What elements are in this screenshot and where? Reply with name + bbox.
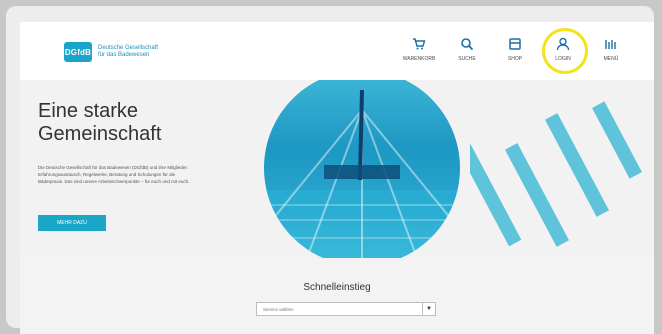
hero-title-line-1: Eine starke <box>38 100 139 122</box>
search-icon <box>459 36 475 52</box>
nav-search-label: SUCHE <box>458 56 476 62</box>
service-select-value: Service wählen <box>263 306 294 312</box>
nav-menu-label: MENÜ <box>603 56 619 62</box>
quick-access-title: Schnelleinstieg <box>303 282 371 293</box>
more-button[interactable]: MEHR DAZU <box>38 215 106 231</box>
nav-menu[interactable]: MENÜ <box>596 36 626 62</box>
nav-shop-label: SHOP <box>507 56 523 62</box>
pool-image <box>264 80 460 258</box>
nav-cart[interactable]: WARENKORB <box>402 36 436 62</box>
decorative-stripes <box>452 100 650 255</box>
user-icon <box>555 36 571 52</box>
logo-line-1: Deutsche Gesellschaft <box>98 45 159 51</box>
logo-line-2: für das Badewesen <box>98 52 150 58</box>
menu-icon <box>603 36 619 52</box>
hero-section: Eine starke Gemeinschaft Die Deutsche Ge… <box>20 80 654 258</box>
nav-cart-label: WARENKORB <box>402 56 436 62</box>
quick-access-section: Schnelleinstieg Service wählen ▼ <box>20 258 654 334</box>
site-logo[interactable]: DGfdB Deutsche Gesellschaft für das Bade… <box>64 42 158 62</box>
cart-icon <box>411 36 427 52</box>
hero-title: Eine starke Gemeinschaft <box>38 100 161 146</box>
browser-viewport: DGfdB Deutsche Gesellschaft für das Bade… <box>20 22 654 334</box>
hero-title-line-2: Gemeinschaft <box>38 123 162 145</box>
hero-description: Die Deutsche Gesellschaft für das Badewe… <box>38 165 190 184</box>
nav-search[interactable]: SUCHE <box>452 36 482 62</box>
nav-shop[interactable]: SHOP <box>500 36 530 62</box>
screenshot-frame: DGfdB Deutsche Gesellschaft für das Bade… <box>6 6 654 334</box>
logo-text: Deutsche Gesellschaft für das Badewesen <box>98 45 158 59</box>
site-header: DGfdB Deutsche Gesellschaft für das Bade… <box>20 22 654 81</box>
logo-mark: DGfdB <box>64 42 92 62</box>
shop-icon <box>507 36 523 52</box>
header-nav: WARENKORB SUCHE SHOP LOGIN MENÜ <box>402 28 626 74</box>
nav-login-label: LOGIN <box>555 56 571 62</box>
service-select[interactable]: Service wählen ▼ <box>256 302 436 316</box>
chevron-down-icon[interactable]: ▼ <box>422 303 435 315</box>
nav-login[interactable]: LOGIN <box>542 28 588 74</box>
